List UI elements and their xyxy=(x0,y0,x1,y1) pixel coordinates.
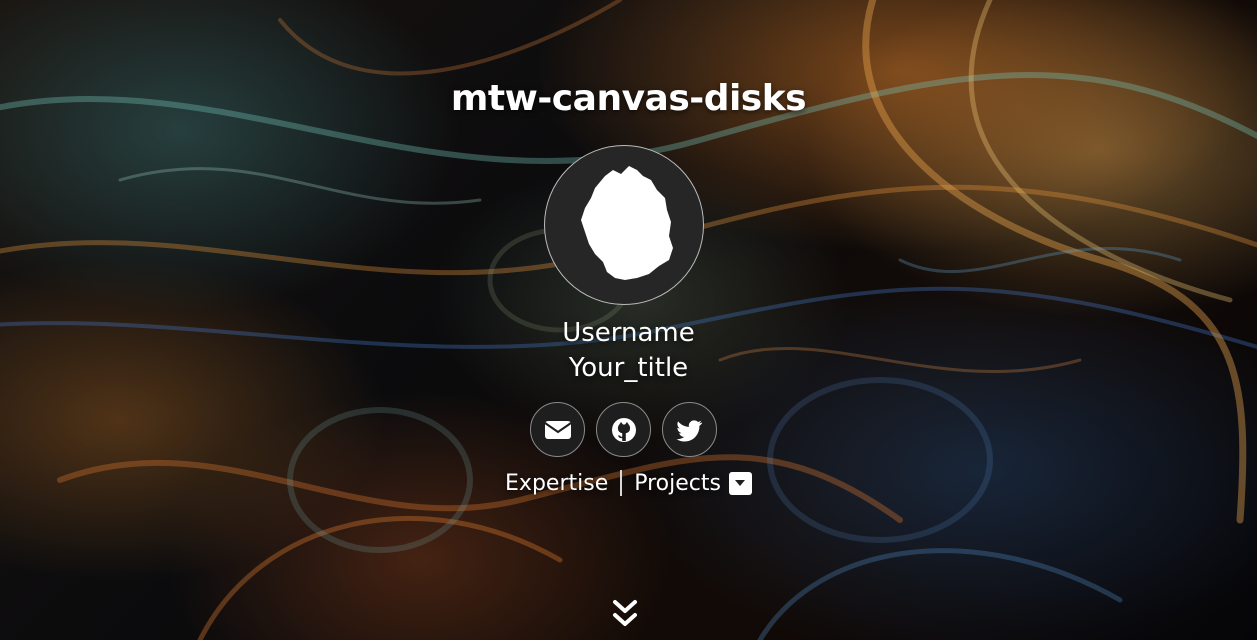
avatar xyxy=(544,145,704,305)
social-links xyxy=(530,402,730,460)
caret-down-icon xyxy=(735,480,746,486)
github-button[interactable] xyxy=(596,402,651,457)
scroll-down-button[interactable] xyxy=(612,598,638,632)
projects-dropdown-toggle[interactable] xyxy=(728,471,752,495)
twitter-button[interactable] xyxy=(662,402,717,457)
github-icon xyxy=(611,417,636,442)
silhouette-map-icon xyxy=(581,166,673,280)
email-button[interactable] xyxy=(530,402,585,457)
page: mtw-canvas-disks Username Your_title Exp… xyxy=(0,0,1257,640)
hero: mtw-canvas-disks Username Your_title Exp… xyxy=(0,0,1257,640)
nav-bar: Expertise Projects xyxy=(0,470,1257,496)
nav-link-projects[interactable]: Projects xyxy=(634,471,721,496)
envelope-icon xyxy=(543,420,572,439)
twitter-icon xyxy=(675,419,702,441)
site-title: mtw-canvas-disks xyxy=(450,78,807,119)
user-title: Your_title xyxy=(568,353,689,383)
nav-link-expertise[interactable]: Expertise xyxy=(505,471,608,496)
nav-divider xyxy=(620,470,623,496)
double-chevron-down-icon xyxy=(613,600,637,626)
username: Username xyxy=(562,318,695,348)
